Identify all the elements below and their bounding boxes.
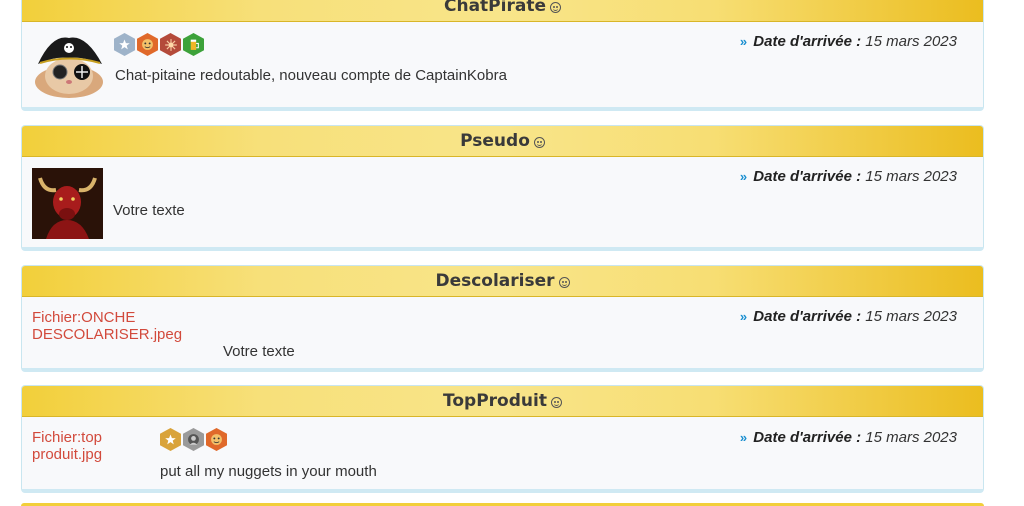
red-bull-avatar[interactable] — [32, 168, 103, 239]
chevron-right-icon: » — [739, 430, 748, 445]
profile-card-descolariser: Descolariser Fichier:ONCHE DESCOLARISER.… — [21, 265, 984, 372]
smiley-icon — [550, 397, 562, 408]
profile-name[interactable]: ChatPirate — [444, 0, 546, 16]
chevron-right-icon: » — [739, 309, 748, 324]
profile-description: Votre texte — [223, 343, 295, 360]
gold-star-badge[interactable] — [160, 428, 181, 451]
arrival-date-label: Date d'arrivée : — [753, 308, 862, 325]
arrival-date-label: Date d'arrivée : — [753, 33, 862, 50]
profile-name-header: Descolariser — [22, 266, 983, 297]
smiley-icon — [533, 137, 545, 148]
arrival-date-label: Date d'arrivée : — [753, 168, 862, 185]
arrival-date-value: 15 mars 2023 — [865, 308, 957, 325]
profile-description: put all my nuggets in your mouth — [160, 463, 377, 480]
chevron-right-icon: » — [739, 169, 748, 184]
grey-face-badge[interactable] — [183, 428, 204, 451]
profile-description: Votre texte — [113, 202, 185, 219]
profile-card-chatpirate: ChatPirate Chat-pitaine redoutable, nouv… — [21, 0, 984, 111]
broken-image-file-link[interactable]: Fichier:top produit.jpg — [32, 429, 122, 463]
orange-face-badge[interactable] — [206, 428, 227, 451]
profile-name[interactable]: Descolariser — [435, 271, 554, 291]
arrival-date-value: 15 mars 2023 — [865, 429, 957, 446]
profile-name-header: Pseudo — [22, 126, 983, 157]
profile-description: Chat-pitaine redoutable, nouveau compte … — [115, 67, 507, 84]
smiley-icon — [558, 277, 570, 288]
arrival-date: » Date d'arrivée : 15 mars 2023 — [740, 308, 957, 325]
profile-card-topproduit: TopProduit Fichier:top produit.jpg put a… — [21, 385, 984, 493]
arrival-date: » Date d'arrivée : 15 mars 2023 — [740, 429, 957, 446]
profile-name[interactable]: TopProduit — [443, 391, 547, 411]
smiley-icon — [549, 2, 561, 13]
profile-name-header: TopProduit — [22, 386, 983, 417]
profile-name-header: ChatPirate — [22, 0, 983, 22]
arrival-date: » Date d'arrivée : 15 mars 2023 — [740, 168, 957, 185]
badge-list — [114, 33, 204, 56]
chevron-right-icon: » — [739, 34, 748, 49]
arrival-date-label: Date d'arrivée : — [753, 429, 862, 446]
pirate-cat-avatar[interactable] — [32, 32, 106, 98]
badge-list — [160, 428, 227, 451]
green-beer-badge[interactable] — [183, 33, 204, 56]
arrival-date-value: 15 mars 2023 — [865, 33, 957, 50]
orange-face-badge[interactable] — [137, 33, 158, 56]
profile-card-pseudo: Pseudo Votre texte » Date d'arrivée : 15… — [21, 125, 984, 251]
arrival-date: » Date d'arrivée : 15 mars 2023 — [740, 33, 957, 50]
arrival-date-value: 15 mars 2023 — [865, 168, 957, 185]
red-burst-badge[interactable] — [160, 33, 181, 56]
broken-image-file-link[interactable]: Fichier:ONCHE DESCOLARISER.jpeg — [32, 309, 182, 343]
profile-name[interactable]: Pseudo — [460, 131, 530, 151]
silver-star-badge[interactable] — [114, 33, 135, 56]
